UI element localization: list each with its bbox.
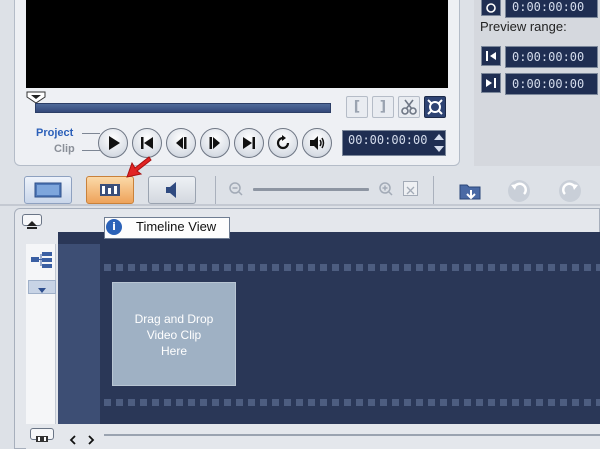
chevron-down-icon [38, 288, 46, 293]
zoom-slider[interactable] [253, 188, 369, 191]
skip-to-end-icon [243, 137, 255, 149]
play-button[interactable] [98, 128, 128, 158]
zoom-out-icon [229, 182, 243, 196]
chevron-right-icon [88, 435, 95, 445]
tooltip-text: Timeline View [136, 219, 217, 234]
volume-button[interactable] [302, 128, 332, 158]
track-expand-button[interactable] [28, 280, 56, 294]
eject-icon [27, 221, 37, 229]
storyboard-view-button[interactable] [24, 176, 72, 204]
end-button[interactable] [234, 128, 264, 158]
zoom-in-button[interactable] [378, 181, 394, 197]
import-media-button[interactable] [457, 178, 485, 204]
undo-icon [508, 180, 530, 202]
stepper-arrows-icon [434, 134, 444, 152]
timeline-options-button[interactable] [30, 428, 54, 442]
mark-in-button[interactable] [481, 46, 501, 66]
track-gutter [58, 244, 100, 424]
mode-connector [82, 133, 100, 134]
toolbar-separator [433, 176, 434, 204]
film-strip-bottom [100, 395, 600, 410]
preview-range-top-button[interactable] [481, 0, 501, 16]
repeat-icon [276, 135, 290, 150]
film-strip-top [100, 260, 600, 275]
audio-view-button[interactable] [148, 176, 196, 204]
scroll-left-button[interactable] [68, 430, 78, 445]
redo-button[interactable] [557, 178, 583, 204]
zoom-in-icon [379, 182, 393, 196]
scrub-bar[interactable] [35, 103, 331, 113]
drop-zone-line: Video Clip [146, 328, 202, 342]
timeline-scrollbar-area [26, 424, 600, 449]
track-header [26, 244, 56, 424]
track-manager-button[interactable] [30, 250, 54, 270]
track-manager-icon [31, 252, 52, 268]
trim-end-label: ] [379, 99, 387, 115]
enlarge-preview-button[interactable] [424, 96, 446, 118]
drop-zone-label: Drag and Drop Video Clip Here [112, 311, 236, 359]
cut-clip-button[interactable] [398, 96, 420, 118]
preview-range-label: Preview range: [480, 19, 567, 34]
toolbar-separator [215, 176, 216, 204]
toolbar-divider [0, 204, 600, 206]
preview-screen [26, 0, 448, 88]
mark-in-icon [486, 51, 496, 61]
scroll-right-button[interactable] [86, 430, 96, 445]
info-icon: i [106, 219, 122, 235]
trim-start-button[interactable]: [ [346, 96, 368, 118]
project-mode-label[interactable]: Project [36, 127, 73, 139]
audio-view-icon [166, 182, 176, 198]
fit-icon [406, 186, 415, 195]
next-frame-icon [209, 137, 220, 149]
chevron-left-icon [69, 435, 76, 445]
preview-range-start-field[interactable]: 0:00:00:00 [505, 46, 598, 68]
speaker-icon [310, 136, 325, 150]
play-icon [109, 136, 120, 150]
scissors-icon [401, 99, 417, 115]
trim-start-label: [ [353, 99, 361, 115]
clock-icon [486, 3, 496, 13]
preview-range-end-field[interactable]: 0:00:00:00 [505, 73, 598, 95]
zoom-out-button[interactable] [228, 181, 244, 197]
horizontal-scrollbar[interactable] [104, 434, 600, 436]
mark-out-button[interactable] [481, 73, 501, 93]
skip-to-start-icon [141, 137, 153, 149]
timecode-stepper[interactable] [433, 132, 445, 154]
trim-end-button[interactable]: ] [372, 96, 394, 118]
drop-zone-line: Here [160, 344, 187, 358]
redo-icon [559, 180, 581, 202]
drop-zone-line: Drag and Drop [134, 312, 214, 326]
repeat-button[interactable] [268, 128, 298, 158]
enlarge-icon [427, 99, 443, 115]
undo-button[interactable] [506, 178, 532, 204]
previous-frame-button[interactable] [166, 128, 196, 158]
fit-to-window-button[interactable] [403, 181, 418, 196]
collapse-timeline-button[interactable] [22, 214, 42, 229]
scrub-marker-icon[interactable] [26, 89, 46, 104]
clip-mode-label[interactable]: Clip [54, 143, 75, 155]
home-button[interactable] [132, 128, 162, 158]
import-icon [459, 184, 481, 200]
mode-connector [82, 150, 100, 151]
previous-frame-icon [176, 137, 187, 149]
timecode-value: 00:00:00:00 [348, 133, 428, 147]
preview-range-top-field[interactable]: 0:00:00:00 [505, 0, 598, 18]
next-frame-button[interactable] [200, 128, 230, 158]
timeline-options-icon [36, 436, 48, 442]
mark-out-icon [486, 78, 496, 88]
storyboard-view-icon [34, 182, 62, 198]
